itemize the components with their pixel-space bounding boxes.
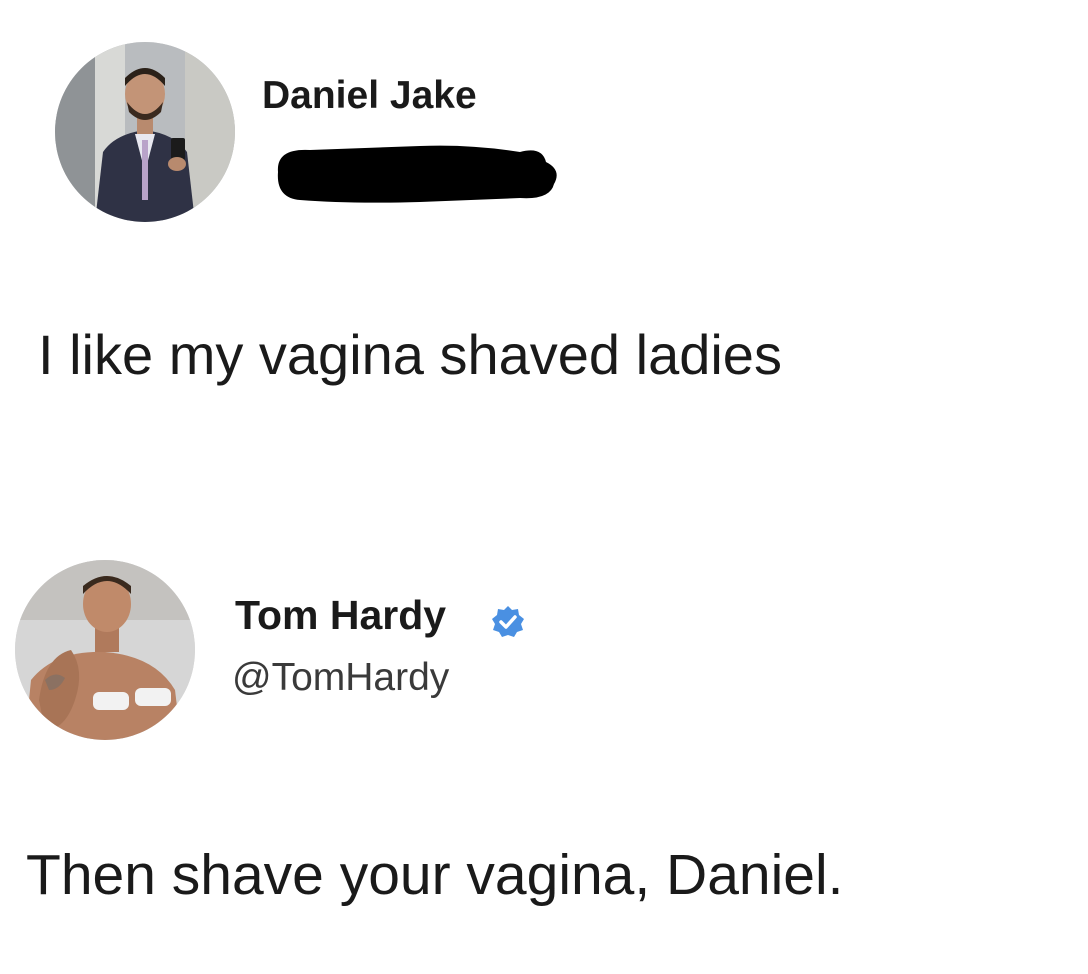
avatar-photo	[55, 42, 235, 222]
verified-badge-icon	[490, 604, 526, 640]
author-name[interactable]: Tom Hardy	[235, 592, 446, 639]
avatar-photo	[15, 560, 195, 740]
redacted-handle	[270, 138, 562, 208]
author-handle[interactable]: @TomHardy	[232, 656, 449, 700]
author-name[interactable]: Daniel Jake	[262, 74, 477, 118]
post-text: Then shave your vagina, Daniel.	[26, 843, 844, 907]
post-text: I like my vagina shaved ladies	[38, 323, 782, 386]
author-avatar[interactable]	[15, 560, 195, 740]
original-post: Daniel Jake I like my vagina shaved ladi…	[0, 0, 1088, 440]
author-avatar[interactable]	[55, 42, 235, 222]
redaction-scribble-icon	[277, 145, 557, 203]
reply-post: Tom Hardy @TomHardy Then shave your vagi…	[0, 540, 1088, 974]
